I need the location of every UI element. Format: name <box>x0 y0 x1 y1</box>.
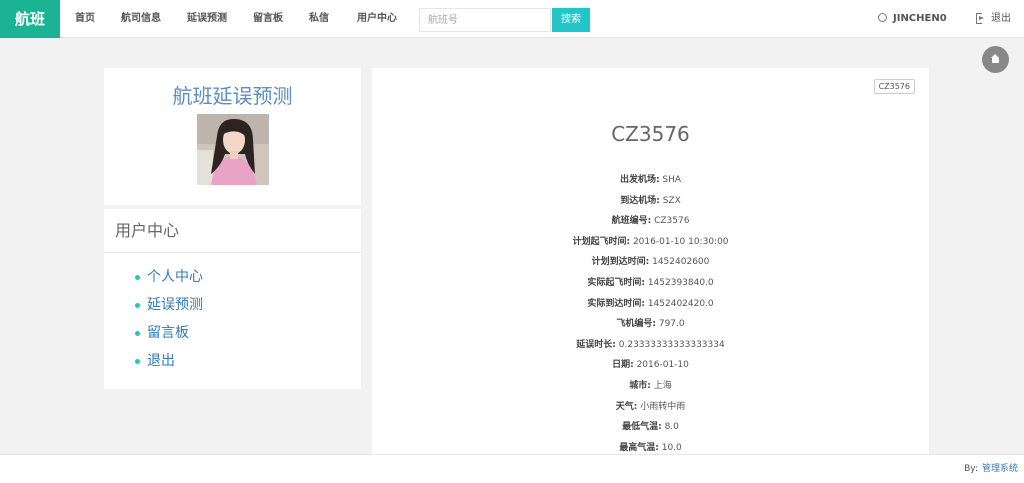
nav-airline-info[interactable]: 航司信息 <box>121 0 161 38</box>
info-date: 日期: 2016-01-10 <box>612 360 689 371</box>
menu-item-profile[interactable]: 个人中心 <box>104 263 361 291</box>
nav-delay-prediction[interactable]: 延误预测 <box>187 0 227 38</box>
menu-item-label: 个人中心 <box>147 269 203 285</box>
info-weather: 天气: 小雨转中雨 <box>615 401 686 412</box>
info-min-temperature: 最低气温: 8.0 <box>622 422 679 433</box>
avatar <box>197 114 269 185</box>
nav-user-center[interactable]: 用户中心 <box>357 0 397 38</box>
info-scheduled-arrival: 计划到达时间: 1452402600 <box>591 257 710 268</box>
nav-private-message[interactable]: 私信 <box>309 0 329 38</box>
top-navbar: 航班 首页 航司信息 延误预测 留言板 私信 用户中心 搜索 JINCHEN0 … <box>0 0 1024 38</box>
nav-message-board[interactable]: 留言板 <box>253 0 283 38</box>
menu-item-label: 退出 <box>147 353 175 369</box>
footer-link[interactable]: 管理系统 <box>982 464 1018 474</box>
info-departure-airport: 出发机场: SHA <box>619 175 682 185</box>
nav-home[interactable]: 首页 <box>75 0 95 38</box>
user-icon <box>878 13 887 22</box>
flight-title: CZ3576 <box>611 122 690 146</box>
flight-info-list: 出发机场: SHA 到达机场: SZX 航班编号: CZ3576 计划起飞时间:… <box>372 170 929 458</box>
search-button[interactable]: 搜索 <box>552 8 590 32</box>
sign-out-icon <box>976 13 985 24</box>
user-menu-list: 个人中心 延误预测 留言板 退出 <box>104 253 361 375</box>
menu-item-delay-prediction[interactable]: 延误预测 <box>104 291 361 319</box>
logout-link[interactable]: 退出 <box>976 0 1011 38</box>
user-center-panel: 用户中心 个人中心 延误预测 留言板 退出 <box>104 209 361 389</box>
info-scheduled-departure: 计划起飞时间: 2016-01-10 10:30:00 <box>572 236 729 247</box>
menu-item-label: 延误预测 <box>147 297 203 313</box>
menu-title: 用户中心 <box>104 209 361 253</box>
info-delay-duration: 延误时长: 0.23333333333333334 <box>576 339 725 350</box>
logout-label: 退出 <box>991 13 1011 24</box>
info-city: 城市: 上海 <box>629 380 672 391</box>
page-footer: By: 管理系统 <box>0 454 1024 483</box>
brand-logo[interactable]: 航班 <box>0 0 60 38</box>
info-actual-departure: 实际起飞时间: 1452393840.0 <box>587 277 714 288</box>
user-menu[interactable]: JINCHEN0 <box>878 0 947 38</box>
info-arrival-airport: 到达机场: SZX <box>620 195 681 206</box>
info-flight-number: 航班编号: CZ3576 <box>611 216 690 227</box>
menu-item-logout[interactable]: 退出 <box>104 347 361 375</box>
flight-badge: CZ3576 <box>873 79 915 94</box>
footer-credit: By: 管理系统 <box>964 464 1018 474</box>
flight-detail-panel: CZ3576 CZ3576 出发机场: SHA 到达机场: SZX 航班编号: … <box>372 68 929 454</box>
menu-item-label: 留言板 <box>147 325 189 341</box>
info-actual-arrival: 实际到达时间: 1452402420.0 <box>587 298 714 309</box>
flight-search-input[interactable] <box>419 8 551 32</box>
username-label: JINCHEN0 <box>893 13 947 24</box>
site-title: 航班延误预测 <box>172 84 293 108</box>
profile-panel: 航班延误预测 <box>104 68 361 205</box>
info-aircraft-number: 飞机编号: 797.0 <box>616 319 685 330</box>
avatar-image <box>197 114 269 185</box>
home-icon[interactable] <box>982 46 1009 73</box>
menu-item-message-board[interactable]: 留言板 <box>104 319 361 347</box>
